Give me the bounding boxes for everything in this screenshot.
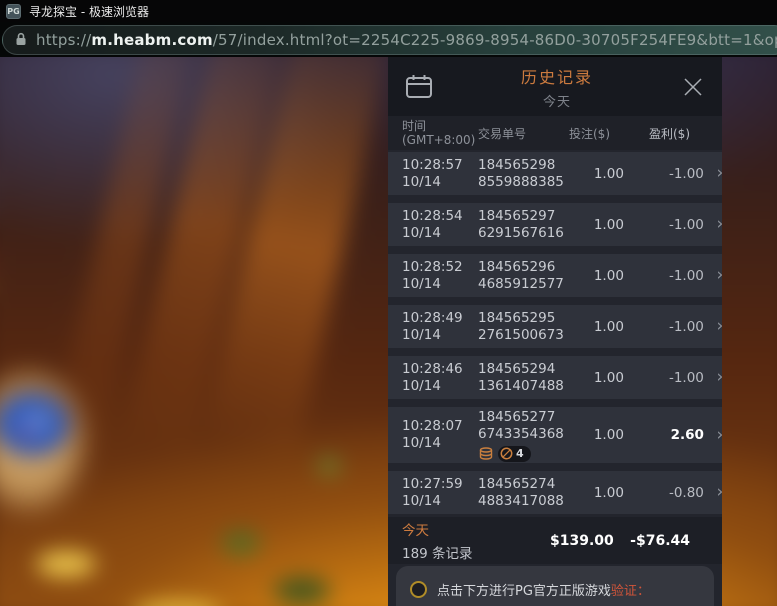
row-profit: -1.00 [624, 217, 704, 233]
row-bet: 1.00 [564, 319, 624, 335]
row-time: 10:28:57 10/14 [402, 157, 478, 191]
summary-total-profit: -$76.44 [610, 533, 690, 549]
character-detail [38, 415, 46, 423]
row-bet: 1.00 [564, 427, 624, 443]
summary-day: 今天 [402, 519, 550, 539]
character-detail [22, 427, 31, 436]
summary-footer: 今天 189 条记录 $139.00 -$76.44 [388, 517, 722, 564]
coin-shine [132, 601, 222, 606]
row-profit: -1.00 [624, 166, 704, 182]
table-header: 时间 (GMT+8:00) 交易单号 投注($) 盈利($) [388, 116, 722, 150]
row-order: 184565296 4685912577 [478, 259, 564, 293]
gem-blur [274, 577, 330, 605]
pg-verify-card[interactable]: 点击下方进行PG官方正版游戏验证： [396, 566, 714, 606]
bonus-coin-icon [500, 447, 513, 460]
history-row[interactable]: 10:28:07 10/14 184565277 6743354368 4 [388, 407, 722, 463]
history-panel: 历史记录 今天 时间 (GMT+8:00) 交易单号 投注($) 盈利($) [388, 57, 722, 606]
chevron-right-icon: › [704, 369, 722, 386]
address-bar[interactable]: https://m.heabm.com/57/index.html?ot=225… [2, 25, 777, 55]
url-bar-row: https://m.heabm.com/57/index.html?ot=225… [0, 22, 777, 57]
pg-favicon: PG [6, 4, 21, 19]
coins-icon [478, 447, 494, 461]
row-order: 184565298 8559888385 [478, 157, 564, 191]
lock-icon [15, 31, 27, 50]
row-profit: -0.80 [624, 485, 704, 501]
url-text: https://m.heabm.com/57/index.html?ot=225… [36, 31, 777, 49]
verify-text: 点击下方进行PG官方正版游戏验证： [437, 580, 650, 599]
gem-blur [222, 531, 260, 555]
row-bet: 1.00 [564, 485, 624, 501]
col-bet: 投注($) [550, 125, 610, 142]
chevron-right-icon: › [704, 165, 722, 182]
calendar-button[interactable] [404, 73, 434, 101]
row-profit: -1.00 [624, 268, 704, 284]
chevron-right-icon: › [704, 427, 722, 444]
game-viewport: 历史记录 今天 时间 (GMT+8:00) 交易单号 投注($) 盈利($) [0, 57, 777, 606]
history-row[interactable]: 10:28:54 10/14 184565297 6291567616 1.00… [388, 203, 722, 246]
window-title: 寻龙探宝 - 极速浏览器 [29, 3, 149, 20]
close-button[interactable] [680, 74, 706, 100]
history-rows: 10:28:57 10/14 184565298 8559888385 1.00… [388, 150, 722, 517]
gem-blur [318, 457, 340, 475]
chevron-right-icon: › [704, 484, 722, 501]
row-order: 184565295 2761500673 [478, 310, 564, 344]
row-order: 184565274 4883417088 [478, 476, 564, 510]
verify-link[interactable]: 验证 [611, 584, 637, 599]
chevron-right-icon: › [704, 318, 722, 335]
coin-shine [36, 551, 96, 577]
row-profit: -1.00 [624, 370, 704, 386]
chevron-right-icon: › [704, 216, 722, 233]
row-time: 10:27:59 10/14 [402, 476, 478, 510]
history-row[interactable]: 10:28:57 10/14 184565298 8559888385 1.00… [388, 152, 722, 195]
row-order: 184565297 6291567616 [478, 208, 564, 242]
row-profit: 2.60 [624, 427, 704, 443]
panel-title: 历史记录 [434, 64, 680, 88]
col-time: 时间 (GMT+8:00) [402, 119, 478, 147]
panel-subtitle: 今天 [434, 91, 680, 110]
chevron-right-icon: › [704, 267, 722, 284]
row-time: 10:28:54 10/14 [402, 208, 478, 242]
row-profit: -1.00 [624, 319, 704, 335]
row-order: 184565294 1361407488 [478, 361, 564, 395]
history-panel-header: 历史记录 今天 [388, 57, 722, 116]
pg-seal-icon [410, 581, 427, 598]
history-row[interactable]: 10:28:46 10/14 184565294 1361407488 1.00… [388, 356, 722, 399]
window-titlebar: PG 寻龙探宝 - 极速浏览器 [0, 0, 777, 22]
row-bet: 1.00 [564, 268, 624, 284]
summary-records: 189 条记录 [402, 542, 550, 562]
row-bet: 1.00 [564, 217, 624, 233]
row-time: 10:28:49 10/14 [402, 310, 478, 344]
free-spins-badge: 4 [498, 446, 531, 462]
col-profit: 盈利($) [610, 125, 690, 142]
browser-window: PG 寻龙探宝 - 极速浏览器 https://m.heabm.com/57/i… [0, 0, 777, 606]
row-time: 10:28:07 10/14 [402, 418, 478, 452]
row-bet: 1.00 [564, 166, 624, 182]
history-row[interactable]: 10:27:59 10/14 184565274 4883417088 1.00… [388, 471, 722, 514]
summary-total-bet: $139.00 [550, 533, 610, 549]
history-row[interactable]: 10:28:52 10/14 184565296 4685912577 1.00… [388, 254, 722, 297]
row-time: 10:28:46 10/14 [402, 361, 478, 395]
panel-title-block: 历史记录 今天 [434, 64, 680, 110]
row-order: 184565277 6743354368 4 [478, 409, 564, 462]
summary-left: 今天 189 条记录 [402, 519, 550, 562]
row-bet: 1.00 [564, 370, 624, 386]
col-order: 交易单号 [478, 125, 550, 142]
history-row[interactable]: 10:28:49 10/14 184565295 2761500673 1.00… [388, 305, 722, 348]
bonus-line: 4 [478, 446, 564, 462]
row-time: 10:28:52 10/14 [402, 259, 478, 293]
